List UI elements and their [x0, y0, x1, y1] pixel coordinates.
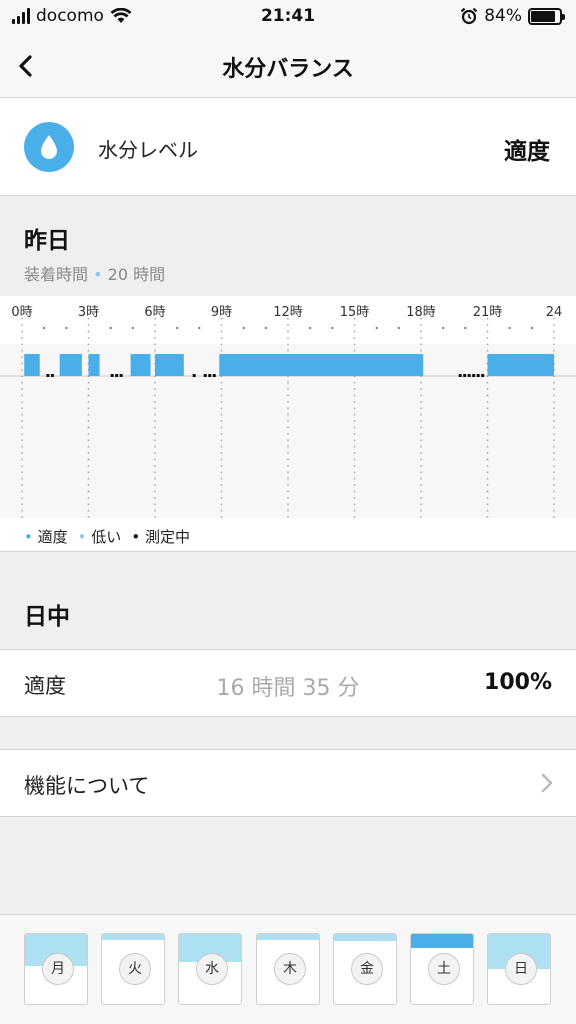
day-label: 木 [274, 953, 306, 985]
minor-tick [176, 326, 179, 330]
minor-tick [198, 326, 201, 330]
minor-tick [242, 326, 245, 330]
adequate-segment [155, 354, 184, 376]
x-tick-label: 3時 [78, 305, 99, 320]
minor-tick [131, 326, 134, 330]
timeline-svg: 0時 3時 6時 9時 12時 15時 18時 21時 24 [0, 305, 576, 518]
wear-dot: • [93, 265, 103, 284]
minor-tick [331, 326, 334, 330]
day-tile-6[interactable]: 土 [410, 933, 474, 1005]
measuring-dot [476, 374, 480, 377]
chart-legend: • 適度 • 低い • 測定中 [24, 526, 190, 547]
measuring-dot [212, 374, 216, 377]
hydration-timeline-chart: 0時 3時 6時 9時 12時 15時 18時 21時 24 • 適度 • 低い • 測定中 [0, 296, 576, 552]
minor-tick [65, 326, 68, 330]
measuring-dot [50, 374, 54, 377]
water-drop-icon [24, 122, 74, 172]
minor-tick [375, 326, 378, 330]
about-feature-label: 機能について [24, 774, 150, 798]
minor-tick [109, 326, 112, 330]
alarm-icon [460, 7, 478, 25]
measuring-dot [472, 374, 476, 377]
x-tick-label: 0時 [11, 305, 32, 320]
day-level-fill [334, 934, 396, 941]
adequate-segment [88, 354, 100, 376]
day-level-fill [257, 934, 319, 940]
minor-tick [309, 326, 312, 330]
week-selector: 月火水木金土日 [0, 914, 576, 1024]
day-tile-1[interactable]: 月 [24, 933, 88, 1005]
wear-time: 装着時間 • 20 時間 [24, 261, 165, 285]
hydration-level-row: 水分レベル 適度 [0, 98, 576, 196]
minor-tick [464, 326, 467, 330]
measuring-dot [115, 374, 119, 377]
hydration-level-value: 適度 [504, 139, 550, 165]
measuring-dot [208, 374, 212, 377]
measuring-dot [119, 374, 123, 377]
wear-time-label: 装着時間 [24, 265, 89, 284]
measuring-dot [467, 374, 471, 377]
legend-item-measuring: • 測定中 [131, 528, 190, 546]
minor-tick [442, 326, 445, 330]
day-label: 火 [119, 953, 151, 985]
day-tile-7[interactable]: 日 [487, 933, 551, 1005]
day-label: 月 [42, 953, 74, 985]
minor-tick [43, 326, 46, 330]
battery-percent: 84% [484, 6, 522, 26]
adequate-segment [487, 354, 554, 376]
x-tick-label: 15時 [340, 305, 370, 320]
measuring-dot [463, 374, 467, 377]
battery-icon [528, 7, 565, 25]
measuring-dot [203, 374, 207, 377]
day-tile-4[interactable]: 木 [256, 933, 320, 1005]
day-level-fill [102, 934, 164, 940]
navigation-bar: 水分バランス [0, 34, 576, 98]
measuring-dot [481, 374, 485, 377]
minor-tick [397, 326, 400, 330]
day-level-fill [411, 934, 473, 948]
minor-tick [530, 326, 533, 330]
yesterday-section: 昨日 装着時間 • 20 時間 [0, 197, 576, 296]
day-tile-5[interactable]: 金 [333, 933, 397, 1005]
status-bar: docomo 21:41 84% [0, 0, 576, 34]
daytime-row: 適度 16 時間 35 分 100% [0, 649, 576, 717]
adequate-segment [59, 354, 82, 376]
measuring-dot [110, 374, 114, 377]
x-tick-label: 6時 [144, 305, 165, 320]
x-tick-label: 9時 [211, 305, 232, 320]
x-tick-label: 12時 [273, 305, 303, 320]
wear-time-value: 20 時間 [107, 265, 166, 284]
measuring-dot [192, 374, 196, 377]
yesterday-heading: 昨日 [24, 228, 70, 254]
minor-tick [264, 326, 267, 330]
adequate-segment [24, 354, 40, 376]
x-tick-label: 18時 [406, 305, 436, 320]
x-tick-label: 21時 [473, 305, 503, 320]
day-label: 日 [505, 953, 537, 985]
daytime-section: 日中 [0, 553, 576, 649]
legend-item-adequate: • 適度 [24, 528, 68, 546]
hydration-level-label: 水分レベル [98, 138, 198, 162]
day-label: 水 [196, 953, 228, 985]
chevron-right-icon [541, 773, 553, 793]
day-tile-2[interactable]: 火 [101, 933, 165, 1005]
x-tick-label: 24 [546, 305, 563, 320]
page-title: 水分バランス [222, 57, 354, 82]
day-tile-3[interactable]: 水 [178, 933, 242, 1005]
daytime-percent: 100% [484, 670, 552, 695]
adequate-segment [219, 354, 424, 376]
minor-tick [508, 326, 511, 330]
daytime-heading: 日中 [24, 604, 70, 630]
about-feature-row[interactable]: 機能について [0, 749, 576, 817]
day-label: 金 [351, 953, 383, 985]
measuring-dot [46, 374, 50, 377]
measuring-dot [458, 374, 462, 377]
day-label: 土 [428, 953, 460, 985]
adequate-segment [130, 354, 151, 376]
legend-item-low: • 低い [77, 528, 122, 546]
